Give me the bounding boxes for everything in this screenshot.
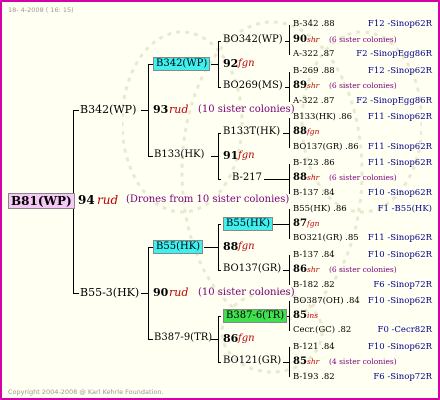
gen3-mark: fgn [238, 241, 255, 252]
gen4-top-parent[interactable]: B-342 .88 [293, 20, 335, 29]
gen4-top-origin: F1 -B55(HK) [377, 204, 432, 214]
gen3-node[interactable]: BO269(MS) [223, 81, 283, 91]
gen4-bot-parent[interactable]: A-322 .87 [293, 97, 334, 106]
gen4-top-origin: F12 -Sinop62R [367, 66, 432, 76]
gen4-top-parent[interactable]: B-137 .84 [293, 251, 335, 260]
gen4-mark: fgn [307, 127, 320, 136]
root-year: 94 [78, 193, 95, 207]
copyright-text: Copyright 2004-2008 @ Karl Kehrle Founda… [8, 388, 164, 396]
gen1-note: (10 sister colonies) [198, 104, 295, 115]
gen2-node[interactable]: B133(HK) [154, 150, 204, 160]
print-date: 18- 4-2008 ( 16: 15) [8, 6, 74, 14]
gen3-year: 91 [223, 149, 239, 162]
gen4-mark: shr [307, 265, 320, 274]
gen4-mark: fgn [307, 219, 320, 228]
gen3-mark: fgn [238, 333, 255, 344]
gen4-bot-parent[interactable]: B-193 .82 [293, 373, 335, 382]
gen3-mark: fgn [238, 150, 255, 161]
gen4-mark: ins [307, 311, 319, 320]
gen4-year: 88 [293, 126, 307, 137]
gen1-year: 90 [153, 286, 169, 299]
root-queen-id[interactable]: B81(WP) [8, 193, 75, 209]
gen4-note: (6 sister colonies) [329, 173, 397, 182]
gen3-node[interactable]: BO137(GR) [223, 264, 281, 274]
gen4-top-parent[interactable]: B-269 .88 [293, 67, 335, 76]
gen4-note: (6 sister colonies) [329, 265, 397, 274]
gen4-year: 88 [293, 172, 307, 183]
gen4-bot-origin: F2 -SinopEgg86R [356, 49, 432, 59]
root-note: (Drones from 10 sister colonies) [126, 194, 290, 205]
gen4-bot-origin: F11 -Sinop62R [367, 233, 432, 243]
gen4-top-origin: F10 -Sinop62R [367, 296, 432, 306]
gen4-bot-parent[interactable]: Cecr.(GC) .82 [293, 326, 351, 335]
gen4-bot-origin: F2 -SinopEgg86R [356, 96, 432, 106]
gen2-node[interactable]: B387-9(TR) [154, 333, 212, 343]
gen1-mark: rud [169, 103, 189, 116]
gen4-bot-parent[interactable]: BO137(GR) .86 [293, 143, 359, 152]
gen4-year: 89 [293, 80, 307, 91]
gen3-node[interactable]: B133T(HK) [223, 127, 280, 137]
gen4-note: (4 sister colonies) [329, 357, 397, 366]
gen4-top-origin: F11 -Sinop62R [367, 112, 432, 122]
gen1-node[interactable]: B342(WP) [80, 104, 136, 115]
pedigree-frame: 18- 4-2008 ( 16: 15) B81(WP) 94 rud (Dro… [0, 0, 440, 400]
gen4-top-origin: F11 -Sinop62R [367, 158, 432, 168]
gen4-bot-origin: F6 -Sinop72R [373, 280, 432, 290]
gen1-mark: rud [169, 286, 189, 299]
gen4-mark: shr [307, 81, 320, 90]
gen4-top-parent[interactable]: B133(HK) .86 [293, 113, 352, 122]
gen4-bot-origin: F11 -Sinop62R [367, 142, 432, 152]
gen4-mark: shr [307, 357, 320, 366]
gen4-bot-parent[interactable]: BO321(GR) .85 [293, 234, 359, 243]
gen4-note: (6 sister colonies) [329, 35, 397, 44]
gen4-note: (6 sister colonies) [329, 81, 397, 90]
gen1-year: 93 [153, 103, 169, 116]
gen3-year: 92 [223, 57, 239, 70]
root-mark: rud [97, 193, 119, 207]
gen1-note: (10 sister colonies) [198, 287, 295, 298]
gen3-node[interactable]: BO121(GR) [223, 356, 281, 366]
gen4-year: 85 [293, 310, 307, 321]
gen4-year: 87 [293, 218, 307, 229]
gen4-top-parent[interactable]: B-123 .86 [293, 159, 335, 168]
gen4-top-parent[interactable]: BO387(OH) .84 [293, 297, 360, 306]
gen3-year: 88 [223, 240, 239, 253]
gen4-bot-origin: F6 -Sinop72R [373, 372, 432, 382]
gen2-node[interactable]: B55(HK) [153, 240, 204, 254]
gen4-bot-parent[interactable]: B-182 .82 [293, 281, 335, 290]
gen1-node[interactable]: B55-3(HK) [80, 287, 139, 298]
gen4-year: 90 [293, 34, 307, 45]
gen4-bot-parent[interactable]: B-137 .84 [293, 189, 335, 198]
gen4-top-origin: F12 -Sinop62R [367, 19, 432, 29]
gen4-top-origin: F10 -Sinop62R [367, 342, 432, 352]
gen4-year: 85 [293, 356, 307, 367]
gen3-node[interactable]: B387-6(TR) [223, 309, 288, 323]
gen3-node[interactable]: BO342(WP) [223, 35, 283, 45]
gen4-top-origin: F10 -Sinop62R [367, 250, 432, 260]
gen4-top-parent[interactable]: B55(HK) .86 [293, 205, 347, 214]
gen4-mark: shr [307, 35, 320, 44]
gen4-year: 86 [293, 264, 307, 275]
gen4-top-parent[interactable]: B-121 .84 [293, 343, 335, 352]
gen3-year: 86 [223, 332, 239, 345]
gen3-mark: fgn [238, 58, 255, 69]
gen4-bot-origin: F10 -Sinop62R [367, 188, 432, 198]
gen4-bot-parent[interactable]: A-322 .87 [293, 50, 334, 59]
gen3-node[interactable]: B-217 [232, 173, 262, 183]
gen4-bot-origin: F0 -Cecr82R [377, 325, 432, 335]
gen2-node[interactable]: B342(WP) [153, 57, 211, 71]
gen3-node[interactable]: B55(HK) [223, 217, 274, 231]
gen4-mark: shr [307, 173, 320, 182]
